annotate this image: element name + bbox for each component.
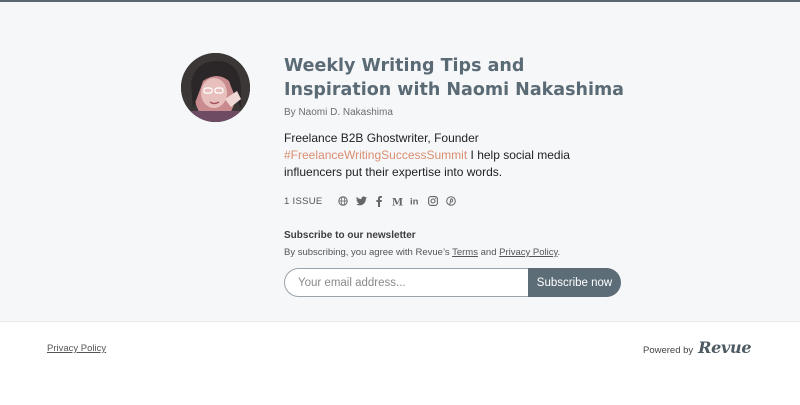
website-icon[interactable] xyxy=(338,196,349,207)
svg-text:M: M xyxy=(392,197,403,206)
revue-logo[interactable]: Revue xyxy=(698,338,751,357)
facebook-icon[interactable] xyxy=(374,195,385,207)
svg-text:in: in xyxy=(410,197,419,207)
subscribe-heading: Subscribe to our newsletter xyxy=(284,230,416,241)
profile-hero: Weekly Writing Tips and Inspiration with… xyxy=(0,2,800,322)
privacy-policy-link[interactable]: Privacy Policy xyxy=(499,247,557,258)
terms-link[interactable]: Terms xyxy=(452,247,478,258)
twitter-icon[interactable] xyxy=(355,196,367,207)
consent-prefix: By subscribing, you agree with Revue’s xyxy=(284,247,453,258)
powered-by: Powered by Revue xyxy=(643,338,752,357)
consent-text: By subscribing, you agree with Revue’s T… xyxy=(284,246,629,259)
profile-content: Weekly Writing Tips and Inspiration with… xyxy=(284,54,629,297)
description-prefix: Freelance B2B Ghostwriter, Founder xyxy=(284,131,479,145)
author-byline: By Naomi D. Nakashima xyxy=(284,107,393,118)
linkedin-icon[interactable]: in xyxy=(410,196,421,207)
instagram-icon[interactable] xyxy=(428,196,439,207)
powered-by-text: Powered by xyxy=(643,345,694,356)
consent-and: and xyxy=(477,247,500,258)
avatar-image xyxy=(181,53,250,122)
subscribe-button[interactable]: Subscribe now xyxy=(528,268,621,297)
newsletter-description: Freelance B2B Ghostwriter, Founder #Free… xyxy=(284,130,629,181)
email-input[interactable] xyxy=(284,268,528,297)
consent-suffix: . xyxy=(557,247,561,258)
social-links: M in xyxy=(338,195,457,207)
pinterest-icon[interactable] xyxy=(446,196,457,207)
issue-count[interactable]: 1 ISSUE xyxy=(284,196,323,207)
hashtag-link[interactable]: #FreelanceWritingSuccessSummit xyxy=(284,148,467,162)
subscribe-form: Subscribe now xyxy=(284,268,621,297)
avatar xyxy=(181,53,250,122)
newsletter-title: Weekly Writing Tips and Inspiration with… xyxy=(284,56,624,100)
footer-privacy-link[interactable]: Privacy Policy xyxy=(47,343,106,354)
medium-icon[interactable]: M xyxy=(392,196,403,207)
meta-row: 1 ISSUE M in xyxy=(284,194,629,208)
